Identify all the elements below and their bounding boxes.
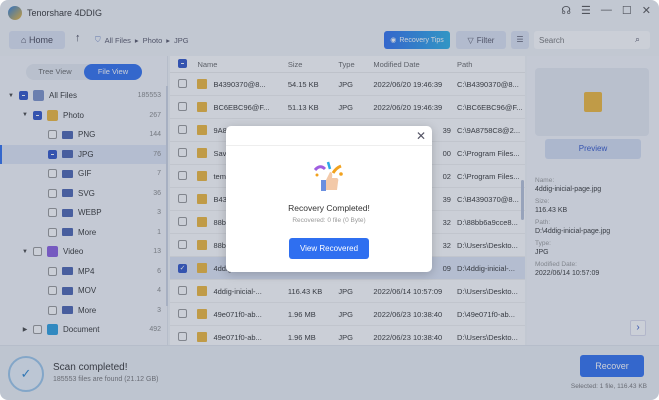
recovery-completed-dialog: ✕ Recovery Completed! Recovered: 0 file … xyxy=(226,126,432,272)
thumbs-up-icon xyxy=(312,160,346,194)
close-icon[interactable]: ✕ xyxy=(416,129,426,143)
dialog-title: Recovery Completed! xyxy=(226,203,432,213)
divider xyxy=(226,145,432,146)
dialog-subtitle: Recovered: 0 file (0 Byte) xyxy=(226,217,432,224)
view-recovered-button[interactable]: View Recovered xyxy=(289,238,369,259)
